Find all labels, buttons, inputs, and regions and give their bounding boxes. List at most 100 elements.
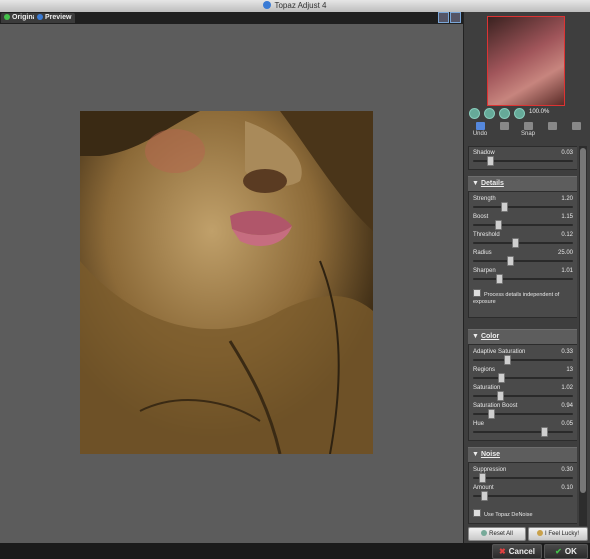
- undo-label: Undo: [472, 131, 488, 137]
- section-details[interactable]: ▼ Details: [468, 176, 577, 191]
- slider-value[interactable]: 0.10: [561, 485, 573, 491]
- zoom-fit-icon[interactable]: [499, 108, 510, 119]
- zoom-actual-icon[interactable]: [514, 108, 525, 119]
- note-button[interactable]: [564, 122, 588, 131]
- reset-icon: [481, 530, 488, 536]
- slider-knob[interactable]: [507, 256, 514, 266]
- tab-preview[interactable]: Preview: [34, 13, 76, 23]
- slider-row-amount: Amount 0.10: [473, 485, 573, 501]
- details-box: Strength 1.20 Boost 1.15 Threshold 0.12 Radius…: [468, 191, 577, 318]
- reset-all-button[interactable]: Reset All: [468, 527, 526, 541]
- slider-track[interactable]: [473, 431, 573, 433]
- slider-track[interactable]: [473, 260, 573, 262]
- slider-label: Saturation Boost: [473, 403, 518, 409]
- slider-value[interactable]: 25.00: [558, 250, 573, 256]
- slider-knob[interactable]: [481, 491, 488, 501]
- slider-row-saturation-boost: Saturation Boost 0.94: [473, 403, 573, 419]
- redo-icon: [499, 122, 509, 130]
- slider-track[interactable]: [473, 395, 573, 397]
- checkbox[interactable]: [473, 509, 481, 517]
- undo-button[interactable]: Undo: [468, 122, 492, 137]
- slider-knob[interactable]: [501, 202, 508, 212]
- exposure-box: Shadow 0.03: [468, 146, 577, 170]
- slider-track[interactable]: [473, 224, 573, 226]
- portrait-photo: [80, 111, 373, 454]
- checkbox-row[interactable]: Use Topaz DeNoise: [473, 509, 573, 519]
- slider-row-boost: Boost 1.15: [473, 214, 573, 230]
- slider-knob[interactable]: [496, 274, 503, 284]
- slider-track[interactable]: [473, 278, 573, 280]
- slider-knob[interactable]: [497, 391, 504, 401]
- slider-track[interactable]: [473, 377, 573, 379]
- slider-track[interactable]: [473, 206, 573, 208]
- section-color[interactable]: ▼ Color: [468, 329, 577, 344]
- navigator-thumbnail[interactable]: [487, 16, 565, 106]
- cancel-icon: ✖: [499, 547, 506, 556]
- slider-value[interactable]: 0.05: [561, 421, 573, 427]
- tool-row: Undo Snap: [468, 122, 588, 140]
- slider-label: Sharpen: [473, 268, 496, 274]
- slider-label: Hue: [473, 421, 485, 427]
- zoom-level: 100.0%: [529, 109, 550, 115]
- slider-knob[interactable]: [487, 156, 494, 166]
- comment-icon: [547, 122, 557, 130]
- comment-button[interactable]: [540, 122, 564, 131]
- slider-track[interactable]: [473, 242, 573, 244]
- slider-knob[interactable]: [504, 355, 511, 365]
- slider-label: Boost: [473, 214, 489, 220]
- panel-scrollbar[interactable]: [579, 146, 587, 526]
- preview-canvas[interactable]: [0, 24, 463, 543]
- noise-box: Suppression 0.30 Amount 0.10 Use Topaz DeNoi…: [468, 462, 577, 524]
- slider-track[interactable]: [473, 359, 573, 361]
- slider-value[interactable]: 13: [566, 367, 573, 373]
- slider-knob[interactable]: [498, 373, 505, 383]
- view-tabs: Original Preview: [0, 12, 463, 24]
- slider-value[interactable]: 1.15: [561, 214, 573, 220]
- disclosure-triangle-icon: ▼: [472, 180, 479, 187]
- slider-track[interactable]: [473, 477, 573, 479]
- slider-track[interactable]: [473, 495, 573, 497]
- snap-button[interactable]: Snap: [516, 122, 540, 137]
- slider-value[interactable]: 0.03: [561, 150, 573, 156]
- slider-value[interactable]: 0.30: [561, 467, 573, 473]
- feel-lucky-button[interactable]: I Feel Lucky!: [528, 527, 588, 541]
- slider-label: Strength: [473, 196, 496, 202]
- split-view-icon[interactable]: [438, 12, 449, 23]
- slider-row-strength: Strength 1.20: [473, 196, 573, 212]
- slider-label: Adaptive Saturation: [473, 349, 526, 355]
- checkbox[interactable]: [473, 289, 481, 297]
- tab-preview-label: Preview: [45, 14, 72, 21]
- slider-row-saturation: Saturation 1.02: [473, 385, 573, 401]
- slider-knob[interactable]: [488, 409, 495, 419]
- slider-knob[interactable]: [541, 427, 548, 437]
- title-bar: Topaz Adjust 4: [0, 0, 590, 12]
- slider-value[interactable]: 1.20: [561, 196, 573, 202]
- settings-scroll-area[interactable]: Shadow 0.03 ▼ Details Strength 1.20 Boost 1.…: [468, 146, 577, 526]
- slider-label: Radius: [473, 250, 492, 256]
- checkbox-row[interactable]: Process details independent of exposure: [473, 289, 573, 306]
- slider-value[interactable]: 0.12: [561, 232, 573, 238]
- slider-knob[interactable]: [512, 238, 519, 248]
- zoom-in-icon[interactable]: [484, 108, 495, 119]
- section-noise[interactable]: ▼ Noise: [468, 447, 577, 462]
- slider-label: Saturation: [473, 385, 501, 391]
- preview-image: [80, 111, 373, 454]
- zoom-out-icon[interactable]: [469, 108, 480, 119]
- slider-knob[interactable]: [479, 473, 486, 483]
- preview-dot-icon: [37, 14, 43, 20]
- feel-lucky-label: I Feel Lucky!: [544, 531, 579, 537]
- slider-value[interactable]: 0.33: [561, 349, 573, 355]
- slider-value[interactable]: 0.94: [561, 403, 573, 409]
- scrollbar-thumb[interactable]: [580, 148, 586, 493]
- cancel-label: Cancel: [508, 547, 535, 556]
- slider-value[interactable]: 1.02: [561, 385, 573, 391]
- slider-row-adaptive-saturation: Adaptive Saturation 0.33: [473, 349, 573, 365]
- slider-knob[interactable]: [495, 220, 502, 230]
- ok-button[interactable]: ✔ OK: [544, 544, 588, 559]
- redo-button[interactable]: [492, 122, 516, 131]
- single-view-icon[interactable]: [450, 12, 461, 23]
- slider-value[interactable]: 1.01: [561, 268, 573, 274]
- ok-icon: ✔: [555, 547, 562, 556]
- cancel-button[interactable]: ✖ Cancel: [492, 544, 542, 559]
- slider-row-sharpen: Sharpen 1.01: [473, 268, 573, 284]
